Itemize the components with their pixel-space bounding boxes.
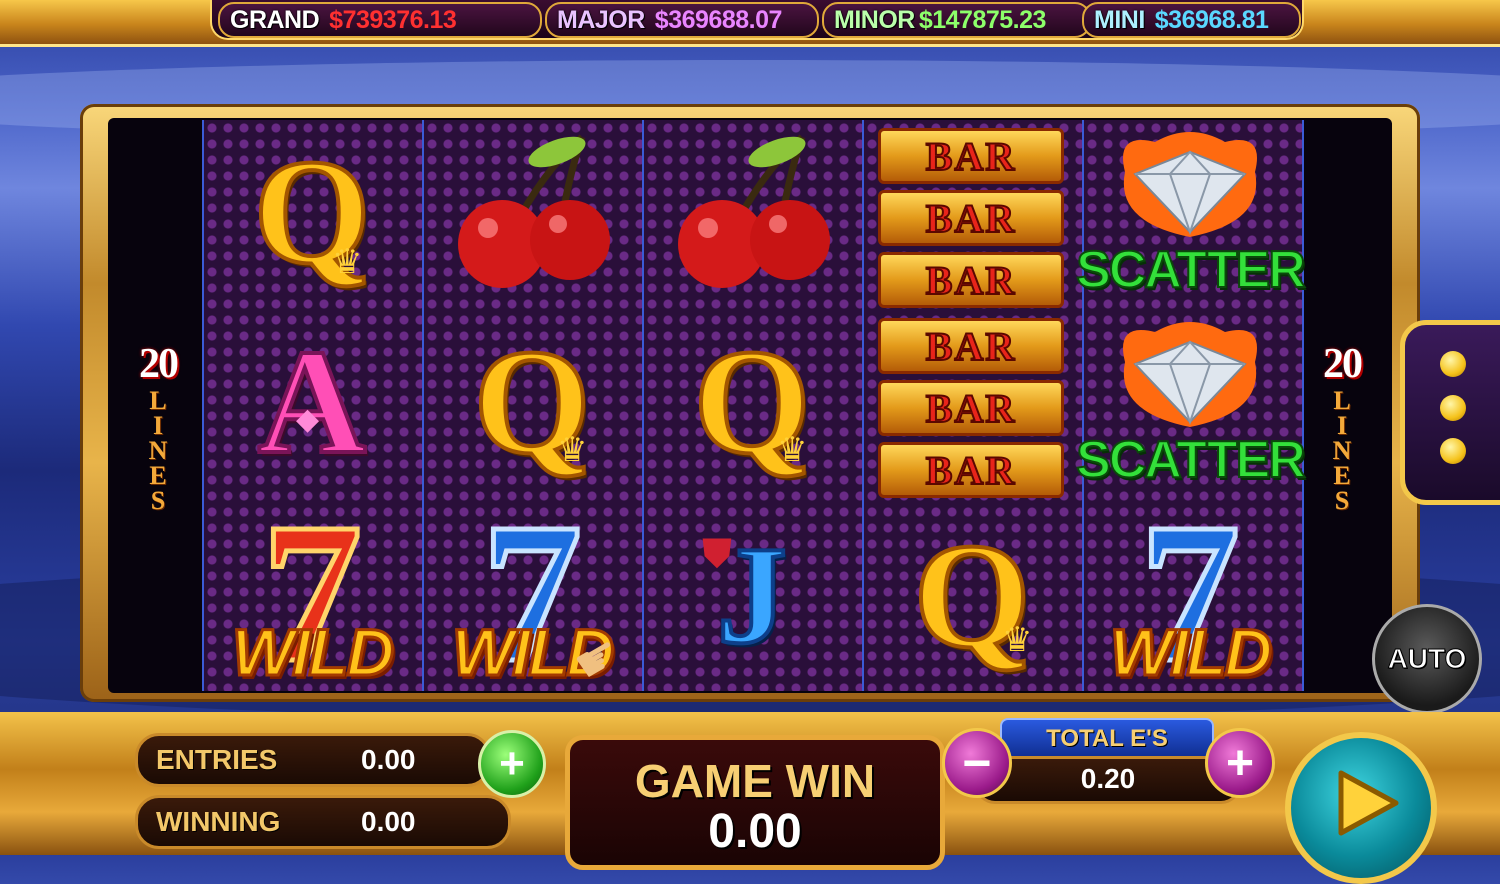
cherry-icon [678,134,830,288]
symbol-q: Q ♛ [912,513,1033,679]
lines-text-left: LINES [148,386,168,515]
jackpot-major: MAJOR $369688.07 [545,2,819,38]
jackpot-minor: MINOR $147875.23 [822,2,1091,38]
symbol-q: Q ♛ [692,319,813,485]
plus-icon: + [1225,736,1255,790]
diamond-icon [1123,132,1257,237]
crown-icon: ♛ [777,431,808,469]
symbol-bar: BAR BAR BAR [878,318,1064,498]
game-win-value: 0.00 [708,805,802,858]
spin-button[interactable] [1285,732,1437,884]
total-bet-value: 0.20 [1080,763,1136,794]
symbol-q: Q ♛ [472,319,593,485]
jackpot-minor-value: $147875.23 [918,5,1047,34]
plus-icon: + [499,739,525,788]
crown-icon: ♛ [332,243,363,281]
game-win-display: GAME WIN 0.00 [565,735,945,870]
entries-field: ENTRIES 0.00 [135,733,491,787]
winning-value: 0.00 [361,806,416,837]
symbol-scatter: SCATTER [1075,312,1307,492]
symbol-cherry [432,122,632,302]
jackpot-mini: MINI $36968.81 [1082,2,1301,38]
jackpot-bar: GRAND $739376.13 MAJOR $369688.07 MINOR … [0,0,1500,47]
winning-field: WINNING 0.00 [135,795,511,849]
cherry-icon [458,134,610,288]
play-icon [1338,770,1399,836]
symbol-a: A ◆ [256,319,368,485]
lines-text-right: LINES [1332,386,1352,515]
entries-value: 0.00 [361,744,416,775]
minus-icon: − [962,735,992,791]
side-menu-button[interactable] [1400,320,1500,505]
total-bet-field: 0.20 [975,756,1241,804]
symbol-wild-red: 7 WILD [230,483,396,704]
symbol-cherry [652,122,852,302]
crown-icon: ♛ [557,431,588,469]
jackpot-grand: GRAND $739376.13 [218,2,542,38]
crown-icon: ♛ [1002,621,1033,659]
lines-indicator-left: 20 LINES [128,340,188,515]
gem-icon: ◆ [296,403,320,436]
lines-indicator-right: 20 LINES [1312,340,1372,515]
symbol-wild-blue: 7 WILD [1108,483,1274,704]
jackpot-mini-value: $36968.81 [1154,5,1269,34]
jackpot-major-value: $369688.07 [654,5,783,34]
symbol-scatter: SCATTER [1075,122,1307,302]
increase-bet-button[interactable]: + [1205,728,1275,798]
symbol-bar: BAR BAR BAR [878,128,1064,308]
auto-spin-button[interactable]: AUTO [1372,604,1482,714]
add-entries-button[interactable]: + [478,730,546,798]
symbol-q: Q ♛ [252,129,373,295]
symbol-j: J ⛊ [702,518,789,673]
diamond-icon [1123,322,1257,427]
shield-icon: ⛊ [702,532,732,576]
decrease-bet-button[interactable]: − [942,728,1012,798]
jackpot-grand-value: $739376.13 [329,5,457,34]
